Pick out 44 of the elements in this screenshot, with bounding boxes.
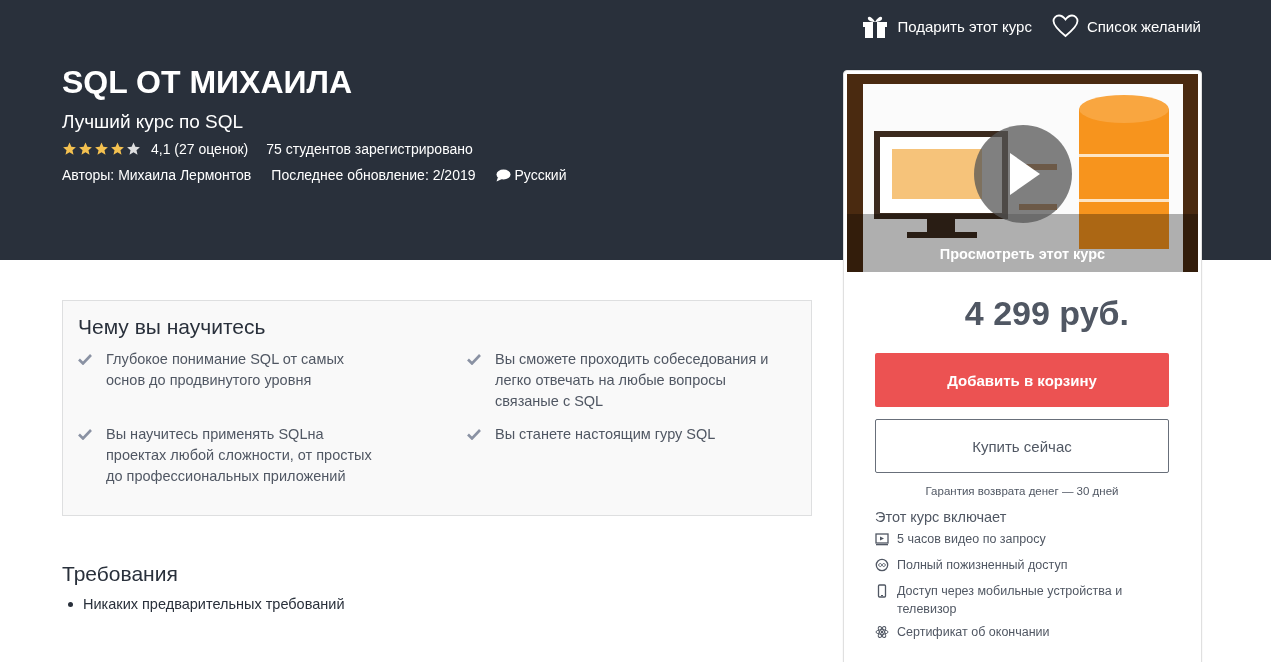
- video-icon: [875, 532, 889, 546]
- section-title: Требования: [62, 562, 179, 586]
- language-text: Русский: [514, 167, 567, 183]
- speech-bubble-icon: [495, 168, 511, 182]
- star-icon: [94, 142, 109, 156]
- learn-item: Вы станете настоящим гуру SQL: [495, 425, 716, 444]
- star-icon: [78, 142, 93, 156]
- includes-item: 5 часов видео по запросу: [897, 531, 1046, 548]
- top-link[interactable]: Список желаний: [1051, 14, 1201, 38]
- top-link[interactable]: Подарить этот курс: [861, 14, 1032, 38]
- star-icon: [110, 142, 125, 156]
- bullet-icon: [68, 601, 73, 607]
- gift-icon: [861, 14, 890, 38]
- section-title: Чему вы научитесь: [78, 315, 267, 339]
- includes-item: Сертификат об окончании: [897, 624, 1050, 641]
- course-subtitle: Лучший курс по SQL: [62, 111, 245, 133]
- check-icon: [78, 428, 92, 440]
- learn-item: Вы научитесь применять SQLна проектах любой сложности, от простых до профессиональных приложений: [106, 425, 373, 486]
- buy-now-button[interactable]: Купить сейчас: [875, 419, 1169, 473]
- students-count: 75 студентов зарегистрировано: [266, 141, 473, 157]
- guarantee-text: Гарантия возврата денег — 30 дней: [924, 485, 1120, 497]
- star-icon: [62, 142, 77, 156]
- atom-icon: [875, 625, 889, 639]
- rating-text: 4,1 (27 оценок): [151, 141, 249, 157]
- mobile-icon: [875, 584, 889, 598]
- course-title: SQL ОТ МИХАИЛА: [62, 64, 354, 101]
- requirement-item: Никаких предварительных требований: [83, 596, 345, 612]
- add-to-cart-button[interactable]: Добавить в корзину: [875, 353, 1169, 407]
- play-icon: [974, 125, 1072, 223]
- heart-icon: [1051, 14, 1079, 38]
- includes-item: Доступ через мобильные устройства и телевизор: [897, 583, 1124, 618]
- preview-caption: Просмотреть этот курс: [938, 246, 1107, 262]
- infinity-icon: [875, 558, 889, 572]
- learn-item: Глубокое понимание SQL от самых основ до продвинутого уровня: [106, 350, 346, 390]
- check-icon: [467, 353, 481, 365]
- learn-item: Вы сможете проходить собеседования и легко отвечать на любые вопросы связаные с SQL: [495, 350, 770, 411]
- star-icon: [126, 142, 141, 156]
- includes-title: Этот курс включает: [875, 509, 1008, 525]
- price: 4 299 руб.: [963, 294, 1130, 333]
- check-icon: [78, 353, 92, 365]
- authors-text: Авторы: Михаила Лермонтов: [62, 167, 252, 183]
- includes-item: Полный пожизненный доступ: [897, 557, 1068, 574]
- check-icon: [467, 428, 481, 440]
- updated-text: Последнее обновление: 2/2019: [271, 167, 476, 183]
